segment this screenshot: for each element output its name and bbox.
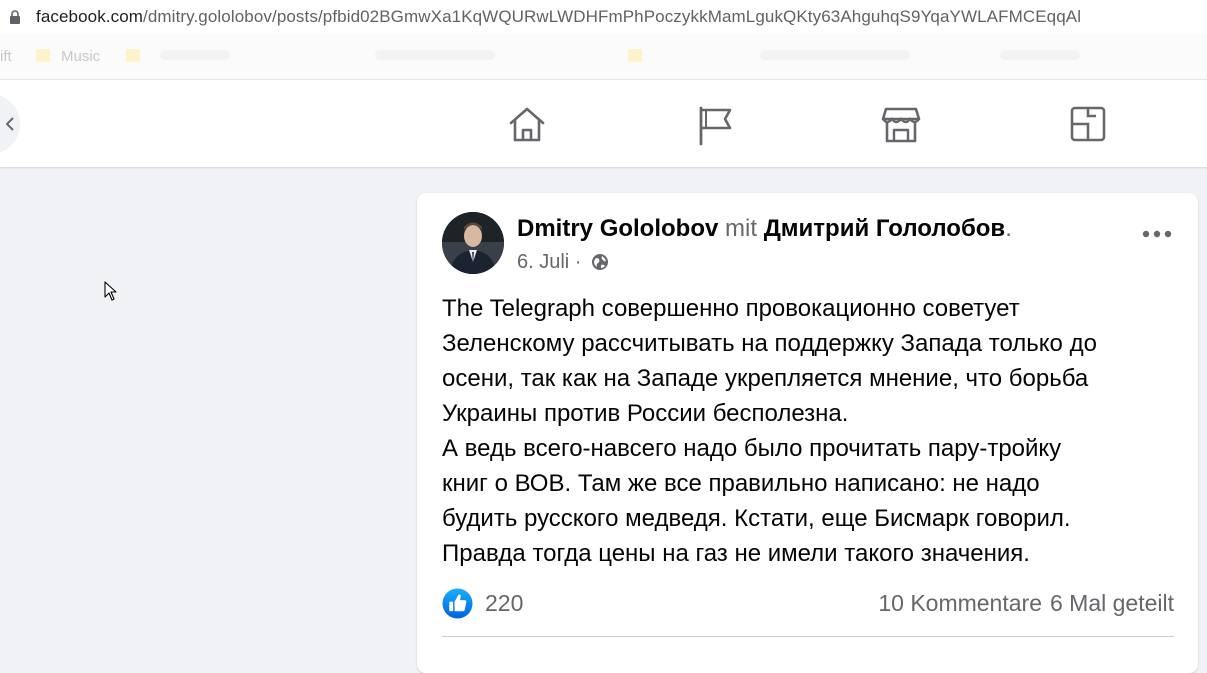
bookmark-ift[interactable]: ift [0, 48, 12, 65]
folder-icon [36, 49, 50, 62]
mouse-cursor-icon [104, 281, 117, 301]
url-text[interactable]: facebook.com/dmitry.gololobov/posts/pfbi… [36, 7, 1081, 27]
post-text-line: Украины против России бесполезна. [442, 400, 849, 427]
bookmark-placeholder[interactable] [375, 50, 495, 60]
post-meta: 6. Juli · [517, 251, 609, 274]
nav-home-button[interactable] [505, 102, 549, 146]
post-body: The Telegraph совершенно провокационно с… [442, 291, 1182, 571]
address-bar[interactable]: facebook.com/dmitry.gololobov/posts/pfbi… [0, 0, 1207, 34]
bookmark-placeholder[interactable] [160, 50, 230, 60]
gaming-icon [1070, 106, 1106, 142]
more-options-icon[interactable] [1142, 229, 1172, 239]
post-text-line: книг о ВОВ. Там же все правильно написан… [442, 470, 1040, 497]
post-text-line: осени, так как на Западе укрепляется мне… [442, 365, 1089, 392]
bookmark-music[interactable]: Music [61, 48, 100, 65]
post-text-line: будить русского медведя. Кстати, еще Бис… [442, 505, 1071, 532]
post-text-line: The Telegraph совершенно провокационно с… [442, 295, 1020, 322]
post-date[interactable]: 6. Juli [517, 251, 569, 273]
comments-link[interactable]: 10 Kommentare [878, 590, 1042, 616]
folder-icon [628, 49, 642, 62]
bookmark-placeholder[interactable] [760, 50, 910, 60]
avatar-photo [442, 212, 504, 274]
folder-icon [126, 49, 140, 62]
chevron-left-icon [6, 117, 14, 131]
url-path: /dmitry.gololobov/posts/pfbid02BGmwXa1Kq… [143, 7, 1082, 26]
reactions-count[interactable]: 220 [485, 590, 523, 617]
like-reaction-icon[interactable] [442, 588, 473, 619]
bookmarks-bar: ift Music [0, 34, 1207, 80]
with-word: mit [725, 215, 758, 242]
post-text-line: Правда тогда цены на газ не имели такого… [442, 540, 1030, 567]
nav-marketplace-button[interactable] [879, 102, 923, 146]
tagged-person[interactable]: Дмитрий Гололобов [764, 215, 1006, 242]
back-button[interactable] [0, 94, 20, 154]
flag-icon [699, 106, 732, 146]
tagged-suffix: . [1005, 215, 1012, 242]
marketplace-icon [881, 107, 921, 143]
nav-gaming-button[interactable] [1066, 102, 1110, 146]
author-avatar[interactable] [442, 212, 504, 274]
author-name[interactable]: Dmitry Gololobov [517, 215, 718, 242]
url-host: facebook.com [36, 7, 144, 26]
globe-icon [592, 254, 609, 270]
divider [442, 636, 1174, 637]
reactions-bar: 220 10 Kommentare 6 Mal geteilt [442, 588, 1174, 620]
post-text-line: А ведь всего-навсего надо было прочитать… [442, 435, 1062, 462]
facebook-navbar [0, 80, 1207, 167]
shares-link[interactable]: 6 Mal geteilt [1050, 590, 1174, 616]
post-card: Dmitry Gololobov mit Дмитрий Гололобов. … [417, 193, 1198, 673]
nav-pages-button[interactable] [693, 102, 737, 146]
author-line: Dmitry Gololobov mit Дмитрий Гололобов. [517, 215, 1012, 243]
engagement-stats: 10 Kommentare 6 Mal geteilt [878, 590, 1174, 617]
home-icon [509, 107, 545, 142]
bookmark-placeholder[interactable] [1000, 50, 1080, 60]
date-separator: · [569, 251, 588, 273]
lock-icon [10, 10, 20, 24]
post-text-line: Зеленскому рассчитывать на поддержку Зап… [442, 330, 1097, 357]
